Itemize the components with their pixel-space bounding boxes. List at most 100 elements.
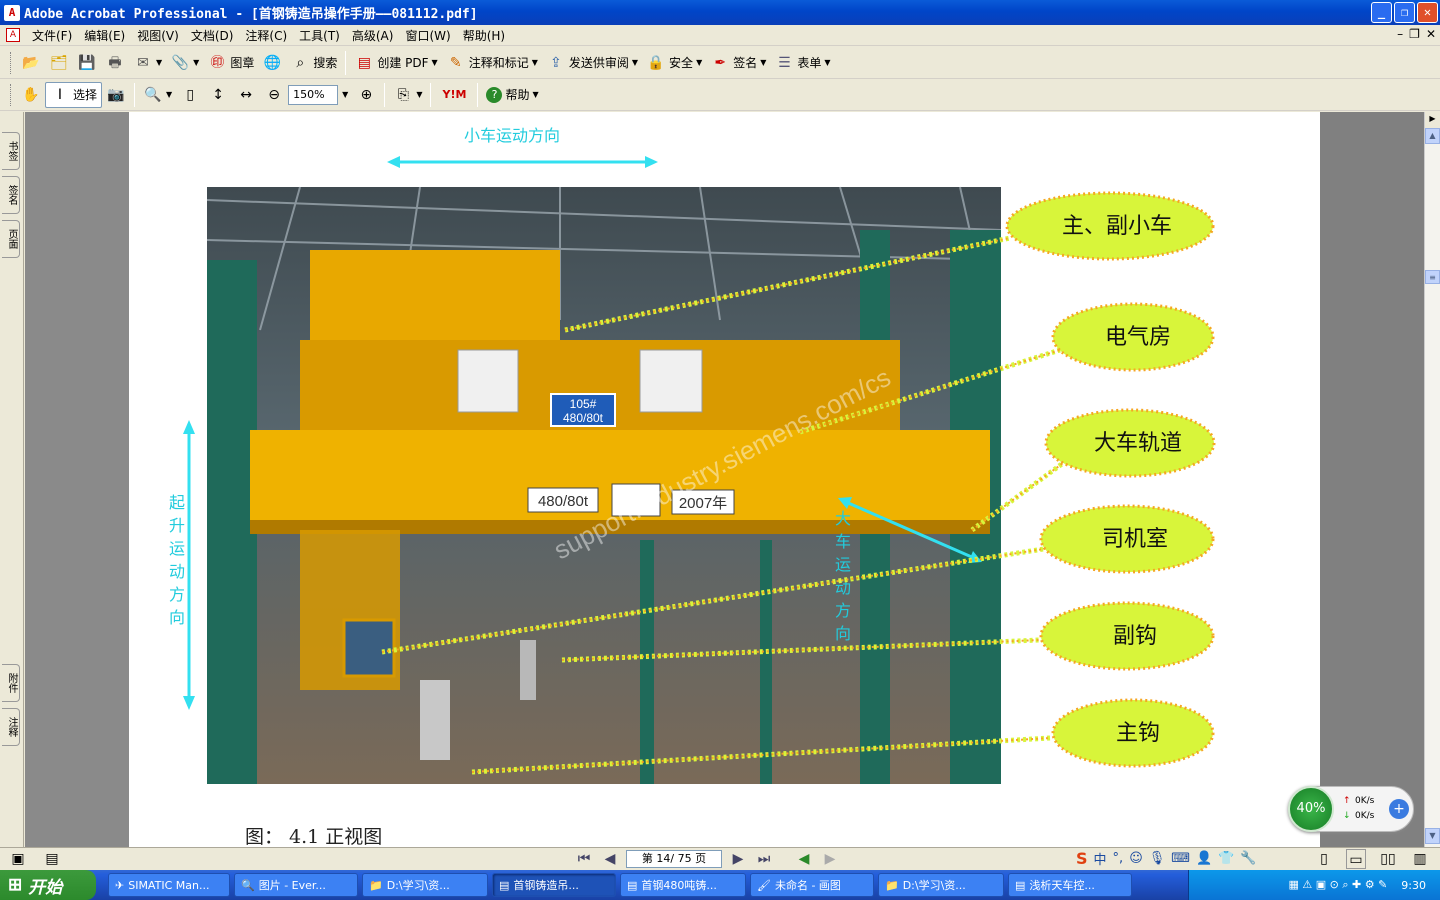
- zoom-in-tool-button[interactable]: 🔍 ▼: [139, 82, 176, 108]
- clock: 9:30: [1401, 878, 1426, 892]
- cursor-icon: I: [57, 86, 63, 103]
- svg-text:车: 车: [835, 532, 851, 551]
- close-button[interactable]: ✕: [1417, 2, 1438, 23]
- yahoo-button[interactable]: Y!M: [435, 82, 473, 108]
- file-toolbar: 📂 🗂 💾 🖶 ✉ ▼ 📎 ▼ ㊞图章 🌐 ⌕ 搜索 ▤ 创建 PDF ▼ ✎ 注释和标记 ▼…: [0, 47, 1440, 79]
- rotate-button[interactable]: ⎘ ▼: [389, 82, 426, 108]
- menu-view[interactable]: 视图(V): [131, 27, 185, 44]
- doc-minimize-button[interactable]: –: [1397, 27, 1403, 41]
- last-page-button[interactable]: ⏭: [754, 849, 774, 869]
- next-page-button[interactable]: ▶: [728, 849, 748, 869]
- zoom-out-button[interactable]: ⊖: [260, 82, 288, 108]
- first-page-button[interactable]: ⏮: [574, 849, 594, 869]
- continuous-view-icon[interactable]: ▭: [1346, 849, 1366, 869]
- globe-icon: 🌐: [263, 54, 282, 71]
- split-arrow-icon[interactable]: ▶: [1425, 112, 1440, 128]
- task-app-icon: ▤: [627, 878, 638, 892]
- page-icon: ▯: [186, 86, 195, 103]
- taskbar-task[interactable]: ▤ 首钢480吨铸...: [620, 873, 746, 897]
- document-icon[interactable]: A: [6, 28, 20, 42]
- previous-page-button[interactable]: ◀: [600, 849, 620, 869]
- menu-advanced[interactable]: 高级(A): [346, 27, 400, 44]
- task-label: 未命名 - 画图: [774, 879, 841, 892]
- menu-edit[interactable]: 编辑(E): [78, 27, 131, 44]
- taskbar-task[interactable]: 📁 D:\学习\资...: [878, 873, 1004, 897]
- tab-signatures[interactable]: 签名: [2, 176, 20, 214]
- attach-button[interactable]: 📎 ▼: [166, 50, 203, 76]
- menu-file[interactable]: 文件(F): [26, 27, 78, 44]
- continuous-facing-view-icon[interactable]: ▥: [1410, 849, 1430, 869]
- stamp-button[interactable]: ㊞图章: [203, 50, 258, 76]
- callout-bridge-rail: 大车轨道: [1094, 431, 1182, 456]
- menu-window[interactable]: 窗口(W): [399, 27, 456, 44]
- svg-text:大: 大: [835, 509, 851, 528]
- scroll-thumb[interactable]: ≡: [1425, 270, 1440, 284]
- hand-tool-button[interactable]: ✋: [17, 82, 45, 108]
- fit-width-button[interactable]: ↔: [232, 82, 260, 108]
- restore-button[interactable]: ❐: [1394, 2, 1415, 23]
- help-button[interactable]: ? 帮助 ▼: [482, 82, 542, 108]
- tab-pages[interactable]: 页面: [2, 220, 20, 258]
- search-button[interactable]: ⌕ 搜索: [286, 50, 341, 76]
- network-speed-widget[interactable]: 40% ↑ 0K/s ↓ 0K/s +: [1288, 786, 1414, 832]
- navigation-toolbar: ✋ I 选择 📷 🔍 ▼ ▯ ↕ ↔ ⊖ 150% ▼ ⊕ ⎘ ▼ Y!M ? 帮助 ▼: [0, 79, 1440, 111]
- scroll-down-button[interactable]: ▼: [1425, 828, 1440, 844]
- forms-button[interactable]: ☰ 表单 ▼: [770, 50, 834, 76]
- task-app-icon: 📁: [369, 878, 383, 892]
- doc-close-button[interactable]: ✕: [1426, 27, 1436, 41]
- help-icon: ?: [486, 86, 503, 103]
- ime-toolbar[interactable]: S 中 °, ☺ 🎙 ⌨ 👤 👕 🔧: [1076, 848, 1346, 868]
- print-button[interactable]: 🖶: [101, 50, 129, 76]
- taskbar-task[interactable]: 🔍 图片 - Ever...: [234, 873, 358, 897]
- security-button[interactable]: 🔒 安全 ▼: [642, 50, 706, 76]
- paperclip-icon: 📎: [171, 54, 189, 71]
- email-button[interactable]: ✉ ▼: [129, 50, 166, 76]
- screen-icon[interactable]: ▣: [8, 849, 28, 869]
- minus-circle-icon: ⊖: [268, 86, 281, 103]
- organizer-button[interactable]: 🗂: [45, 50, 73, 76]
- fit-page-button[interactable]: ↕: [204, 82, 232, 108]
- save-button[interactable]: 💾: [73, 50, 101, 76]
- tab-attachments[interactable]: 附件: [2, 664, 20, 702]
- globe-button[interactable]: 🌐: [258, 50, 286, 76]
- task-app-icon: 🖌: [757, 878, 771, 892]
- tab-comments[interactable]: 注释: [2, 708, 20, 746]
- crane-photo: 105# 480/80t 480/80t 2007年 support.indus…: [206, 186, 1002, 784]
- minimize-button[interactable]: _: [1371, 2, 1392, 23]
- menu-tools[interactable]: 工具(T): [293, 27, 346, 44]
- facing-view-icon[interactable]: ▯▯: [1378, 849, 1398, 869]
- send-review-button[interactable]: ⇪ 发送供审阅 ▼: [542, 50, 642, 76]
- taskbar-task[interactable]: ▤ 浅析天车控...: [1008, 873, 1132, 897]
- page-number-field[interactable]: 第 14/ 75 页: [626, 850, 722, 868]
- menu-comments[interactable]: 注释(C): [239, 27, 293, 44]
- zoom-level-input[interactable]: 150%: [288, 84, 339, 105]
- vertical-scrollbar[interactable]: ▶ ▲ ≡ ▼: [1424, 112, 1440, 847]
- taskbar-task[interactable]: ✈ SIMATIC Man...: [108, 873, 230, 897]
- task-label: 图片 - Ever...: [258, 879, 326, 892]
- svg-text:方: 方: [169, 585, 185, 604]
- create-pdf-button[interactable]: ▤ 创建 PDF ▼: [350, 50, 441, 76]
- snapshot-button[interactable]: 📷: [102, 82, 130, 108]
- shirt-icon: 👕: [1218, 850, 1235, 866]
- back-view-button[interactable]: ◀: [794, 849, 814, 869]
- forward-view-button[interactable]: ▶: [820, 849, 840, 869]
- comment-markup-button[interactable]: ✎ 注释和标记 ▼: [442, 50, 542, 76]
- punctuation-icon: °,: [1112, 850, 1124, 866]
- doc-restore-button[interactable]: ❐: [1409, 27, 1420, 41]
- zoom-dropdown[interactable]: ▼: [338, 82, 352, 108]
- page-options-icon[interactable]: ▤: [42, 849, 62, 869]
- start-button[interactable]: ⊞ 开始: [0, 870, 96, 900]
- zoom-in-button[interactable]: ⊕: [352, 82, 380, 108]
- menu-help[interactable]: 帮助(H): [457, 27, 511, 44]
- menu-document[interactable]: 文档(D): [185, 27, 240, 44]
- plus-icon[interactable]: +: [1389, 799, 1409, 819]
- actual-size-button[interactable]: ▯: [176, 82, 204, 108]
- select-tool-button[interactable]: I 选择: [45, 81, 103, 108]
- scroll-up-button[interactable]: ▲: [1425, 128, 1440, 144]
- open-button[interactable]: 📂: [17, 50, 45, 76]
- sign-button[interactable]: ✒ 签名 ▼: [706, 50, 770, 76]
- taskbar-task[interactable]: ▤ 首钢铸造吊...: [492, 873, 616, 897]
- tab-bookmarks[interactable]: 书签: [2, 132, 20, 170]
- taskbar-task[interactable]: 📁 D:\学习\资...: [362, 873, 488, 897]
- taskbar-task[interactable]: 🖌 未命名 - 画图: [750, 873, 874, 897]
